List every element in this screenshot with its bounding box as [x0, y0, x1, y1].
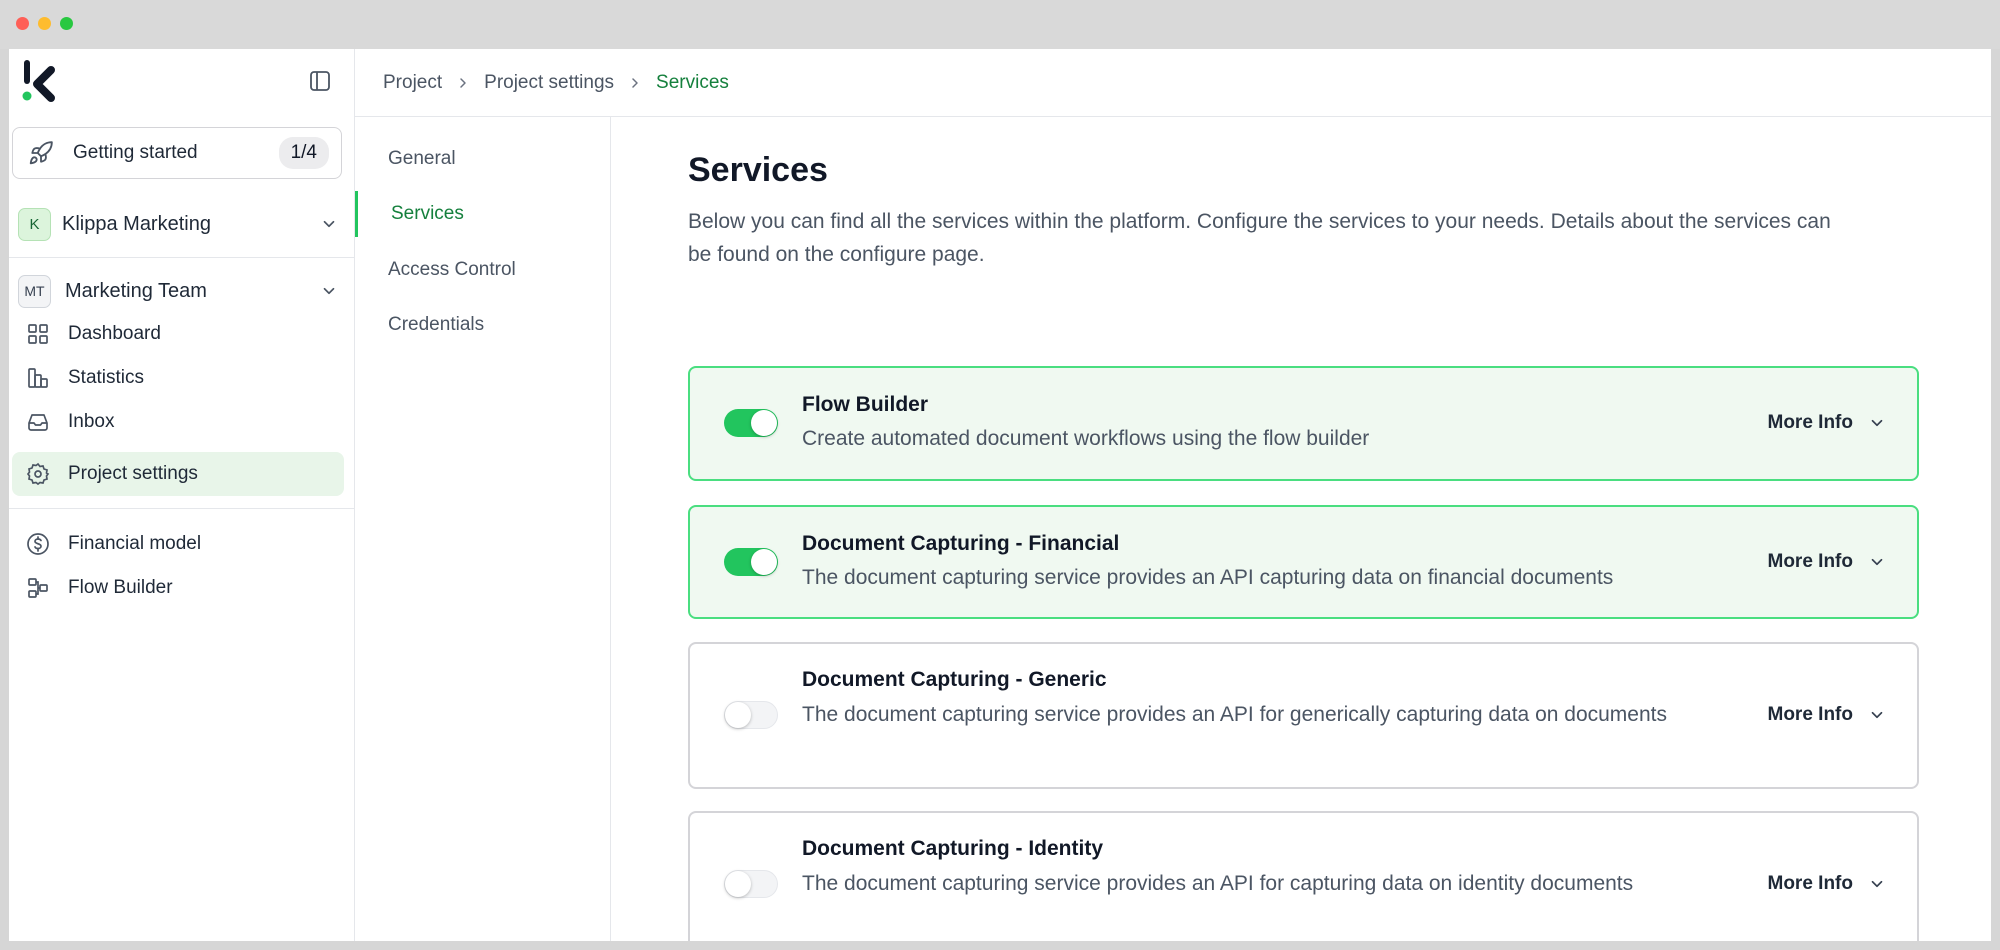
- more-info-button[interactable]: More Info: [1768, 412, 1888, 434]
- sidebar-item-project-settings[interactable]: Project settings: [12, 452, 344, 496]
- team-selector[interactable]: MT Marketing Team: [18, 273, 340, 309]
- chevron-down-icon: [1867, 552, 1887, 572]
- more-info-button[interactable]: More Info: [1768, 704, 1888, 726]
- sidebar-item-dashboard[interactable]: Dashboard: [12, 312, 344, 356]
- workspace-name: Klippa Marketing: [62, 212, 211, 235]
- main-content: Services Below you can find all the serv…: [611, 117, 1991, 941]
- subnav-services[interactable]: Services: [355, 191, 610, 237]
- sidebar-toggle-icon[interactable]: [305, 66, 335, 96]
- sidebar-divider: [9, 508, 355, 509]
- service-title: Document Capturing - Identity: [802, 837, 1103, 860]
- breadcrumb: Project Project settings Services: [355, 49, 1991, 117]
- team-avatar: MT: [18, 274, 51, 308]
- dashboard-icon: [24, 320, 52, 348]
- service-description: The document capturing service provides …: [802, 872, 1634, 895]
- more-info-label: More Info: [1767, 704, 1854, 725]
- sidebar-item-financial-model[interactable]: Financial model: [12, 522, 344, 566]
- service-toggle[interactable]: [724, 701, 778, 729]
- service-card-document-capturing-financial: Document Capturing - Financial The docum…: [688, 505, 1919, 619]
- toggle-knob: [751, 549, 777, 575]
- sidebar-item-label: Statistics: [68, 367, 145, 388]
- chevron-right-icon: [621, 73, 649, 93]
- sidebar-item-label: Financial model: [68, 533, 202, 554]
- sidebar-item-label: Dashboard: [68, 323, 161, 344]
- getting-started-progress-badge: 1/4: [278, 137, 329, 169]
- toggle-knob: [725, 871, 751, 897]
- sidebar-item-label: Flow Builder: [68, 577, 173, 598]
- inbox-icon: [24, 408, 52, 436]
- service-title: Document Capturing - Generic: [802, 668, 1107, 691]
- sidebar-item-flow-builder[interactable]: Flow Builder: [12, 566, 344, 610]
- sidebar: Getting started 1/4 K Klippa Marketing M…: [9, 49, 355, 941]
- sidebar-item-label: Project settings: [68, 463, 198, 484]
- window-titlebar: [0, 0, 2000, 49]
- team-name: Marketing Team: [65, 279, 207, 302]
- workspace-avatar: K: [18, 207, 51, 241]
- workspace-selector[interactable]: K Klippa Marketing: [18, 205, 340, 243]
- app-window: Getting started 1/4 K Klippa Marketing M…: [9, 49, 1991, 941]
- settings-subnav: General Services Access Control Credenti…: [355, 117, 611, 941]
- service-card-document-capturing-identity: Document Capturing - Identity The docume…: [688, 811, 1919, 941]
- maximize-window-button[interactable]: [60, 17, 73, 30]
- more-info-label: More Info: [1767, 412, 1854, 433]
- service-toggle[interactable]: [724, 548, 778, 576]
- rocket-icon: [27, 139, 55, 167]
- chevron-down-icon: [318, 280, 340, 302]
- chevron-down-icon: [1867, 705, 1887, 725]
- toggle-knob: [751, 410, 777, 436]
- service-card-flow-builder: Flow Builder Create automated document w…: [688, 366, 1919, 481]
- chevron-right-icon: [449, 73, 477, 93]
- service-title: Flow Builder: [802, 393, 928, 416]
- chevron-down-icon: [318, 213, 340, 235]
- service-description: The document capturing service provides …: [802, 566, 1614, 589]
- breadcrumb-project[interactable]: Project: [383, 72, 442, 94]
- subnav-general[interactable]: General: [355, 136, 610, 182]
- sidebar-item-inbox[interactable]: Inbox: [12, 400, 344, 444]
- gear-icon: [24, 460, 52, 488]
- subnav-credentials[interactable]: Credentials: [355, 302, 610, 348]
- chevron-down-icon: [1867, 874, 1887, 894]
- statistics-icon: [24, 364, 52, 392]
- chevron-down-icon: [1867, 413, 1887, 433]
- toggle-knob: [725, 702, 751, 728]
- breadcrumb-services: Services: [656, 71, 729, 93]
- service-description: Create automated document workflows usin…: [802, 427, 1370, 450]
- more-info-button[interactable]: More Info: [1768, 873, 1888, 895]
- minimize-window-button[interactable]: [38, 17, 51, 30]
- sidebar-item-statistics[interactable]: Statistics: [12, 356, 344, 400]
- klippa-logo-icon[interactable]: [17, 57, 67, 107]
- close-window-button[interactable]: [16, 17, 29, 30]
- more-info-label: More Info: [1767, 873, 1854, 894]
- more-info-label: More Info: [1767, 551, 1854, 572]
- service-title: Document Capturing - Financial: [802, 532, 1120, 555]
- flow-builder-icon: [24, 574, 52, 602]
- service-toggle[interactable]: [724, 870, 778, 898]
- getting-started-button[interactable]: Getting started 1/4: [12, 127, 342, 179]
- page-title: Services: [688, 151, 828, 189]
- sidebar-item-label: Inbox: [68, 411, 115, 432]
- page-description: Below you can find all the services with…: [688, 210, 1831, 266]
- service-toggle[interactable]: [724, 409, 778, 437]
- service-card-document-capturing-generic: Document Capturing - Generic The documen…: [688, 642, 1919, 789]
- more-info-button[interactable]: More Info: [1768, 551, 1888, 573]
- subnav-access-control[interactable]: Access Control: [355, 247, 610, 293]
- service-description: The document capturing service provides …: [802, 703, 1667, 726]
- breadcrumb-project-settings[interactable]: Project settings: [484, 72, 614, 94]
- dollar-icon: [24, 530, 52, 558]
- sidebar-divider: [9, 257, 355, 258]
- getting-started-label: Getting started: [73, 142, 198, 163]
